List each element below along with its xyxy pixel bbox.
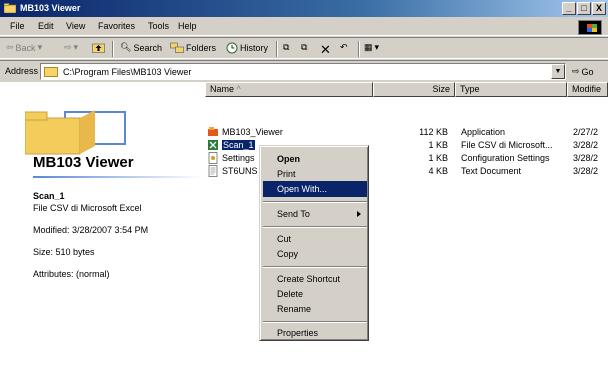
menu-separator bbox=[263, 201, 367, 203]
folder-icon bbox=[44, 67, 58, 77]
open-folder-icon bbox=[25, 110, 126, 155]
minimize-button[interactable]: _ bbox=[562, 2, 576, 15]
views-grid-icon: ▦ bbox=[364, 42, 373, 52]
selected-file-attributes: Attributes: (normal) bbox=[33, 269, 110, 279]
menu-bar: File Edit View Favorites Tools Help bbox=[0, 17, 608, 36]
folders-icon bbox=[170, 42, 184, 53]
menu-favorites[interactable]: Favorites bbox=[98, 21, 135, 31]
dropdown-icon: ▾ bbox=[37, 42, 43, 52]
move-to-icon: ⧉ bbox=[283, 42, 290, 52]
column-type[interactable]: Type bbox=[455, 82, 567, 97]
text-document-icon bbox=[208, 165, 218, 177]
address-path: C:\Program Files\MB103 Viewer bbox=[63, 67, 192, 77]
copy-to-icon: ⧉ bbox=[301, 42, 308, 52]
selected-file-size: Size: 510 bytes bbox=[33, 247, 95, 257]
back-button[interactable]: ⇦ Back ▾ bbox=[6, 42, 42, 53]
context-menu-create-shortcut[interactable]: Create Shortcut bbox=[263, 271, 367, 287]
column-modified[interactable]: Modifie bbox=[567, 82, 608, 97]
history-clock-icon bbox=[226, 42, 238, 54]
window-title: MB103 Viewer bbox=[20, 3, 81, 13]
context-menu-send-to[interactable]: Send To bbox=[263, 206, 367, 222]
copy-to-button[interactable]: ⧉ bbox=[301, 42, 307, 53]
undo-button[interactable]: ↶ bbox=[340, 42, 348, 53]
forward-button[interactable]: ⇨ ▾ bbox=[64, 42, 78, 53]
column-name[interactable]: Name ^ bbox=[205, 82, 373, 97]
dropdown-icon: ▾ bbox=[73, 42, 79, 52]
context-menu-rename[interactable]: Rename bbox=[263, 301, 367, 317]
go-button[interactable]: ⇨ Go bbox=[572, 66, 594, 77]
search-icon: 🔍︎ bbox=[120, 42, 132, 52]
selected-file-modified: Modified: 3/28/2007 3:54 PM bbox=[33, 225, 149, 235]
excel-csv-icon bbox=[208, 140, 218, 150]
web-view-pane: MB103 Viewer Scan_1 File CSV di Microsof… bbox=[0, 82, 205, 365]
column-size[interactable]: Size bbox=[373, 82, 455, 97]
application-icon bbox=[208, 127, 218, 136]
delete-x-icon: ✕ bbox=[320, 42, 331, 57]
settings-file-icon bbox=[208, 152, 218, 164]
context-menu-copy[interactable]: Copy bbox=[263, 246, 367, 262]
folders-button[interactable]: Folders bbox=[170, 42, 216, 53]
windows-logo-icon bbox=[578, 20, 602, 35]
menu-tools[interactable]: Tools bbox=[148, 21, 169, 31]
context-menu-properties[interactable]: Properties bbox=[263, 325, 367, 341]
menu-separator bbox=[263, 266, 367, 268]
menu-edit[interactable]: Edit bbox=[38, 21, 54, 31]
address-dropdown-button[interactable]: ▼ bbox=[551, 64, 565, 79]
folder-title: MB103 Viewer bbox=[33, 154, 134, 171]
history-button[interactable]: History bbox=[226, 42, 268, 54]
standard-toolbar: ⇦ Back ▾ ⇨ ▾ 🔍︎ Search Folders History ⧉… bbox=[0, 37, 608, 59]
column-headers: Name ^ Size Type Modifie bbox=[205, 82, 608, 97]
context-menu-delete[interactable]: Delete bbox=[263, 286, 367, 302]
context-menu: Open Print Open With... Send To Cut Copy… bbox=[259, 145, 369, 341]
up-folder-button[interactable] bbox=[92, 42, 105, 53]
context-menu-open-with[interactable]: Open With... bbox=[263, 181, 367, 197]
context-menu-cut[interactable]: Cut bbox=[263, 231, 367, 247]
menu-help[interactable]: Help bbox=[178, 21, 197, 31]
context-menu-open[interactable]: Open bbox=[263, 151, 367, 167]
folder-icon bbox=[4, 3, 16, 13]
delete-button[interactable]: ✕ bbox=[320, 42, 331, 58]
address-input[interactable]: C:\Program Files\MB103 Viewer ▼ bbox=[40, 63, 566, 80]
menu-file[interactable]: File bbox=[10, 21, 25, 31]
selected-file-type: File CSV di Microsoft Excel bbox=[33, 203, 142, 213]
sort-ascending-icon: ^ bbox=[236, 84, 241, 94]
up-folder-icon bbox=[92, 43, 105, 53]
explorer-window: MB103 Viewer _ □ X File Edit View Favori… bbox=[0, 0, 608, 365]
forward-arrow-icon: ⇨ bbox=[64, 42, 72, 52]
search-button[interactable]: 🔍︎ Search bbox=[120, 42, 162, 53]
selected-file-name: Scan_1 bbox=[33, 191, 65, 201]
menu-separator bbox=[263, 226, 367, 228]
undo-icon: ↶ bbox=[340, 42, 348, 52]
file-row-mb103-viewer[interactable]: MB103_Viewer 112 KB Application 2/27/2 bbox=[205, 126, 608, 139]
move-to-button[interactable]: ⧉ bbox=[283, 42, 289, 53]
menu-separator bbox=[263, 321, 367, 323]
dropdown-icon: ▾ bbox=[374, 42, 380, 52]
title-underline bbox=[33, 176, 203, 178]
submenu-arrow-icon bbox=[357, 211, 361, 217]
maximize-button[interactable]: □ bbox=[577, 2, 591, 15]
address-bar: Address C:\Program Files\MB103 Viewer ▼ … bbox=[0, 60, 608, 81]
address-label: Address bbox=[5, 66, 39, 76]
context-menu-print[interactable]: Print bbox=[263, 166, 367, 182]
go-arrow-icon: ⇨ bbox=[572, 66, 580, 76]
views-button[interactable]: ▦ ▾ bbox=[364, 42, 379, 53]
close-button[interactable]: X bbox=[592, 2, 606, 15]
back-arrow-icon: ⇦ bbox=[6, 42, 14, 52]
menu-view[interactable]: View bbox=[66, 21, 85, 31]
title-bar[interactable]: MB103 Viewer _ □ X bbox=[0, 0, 608, 17]
